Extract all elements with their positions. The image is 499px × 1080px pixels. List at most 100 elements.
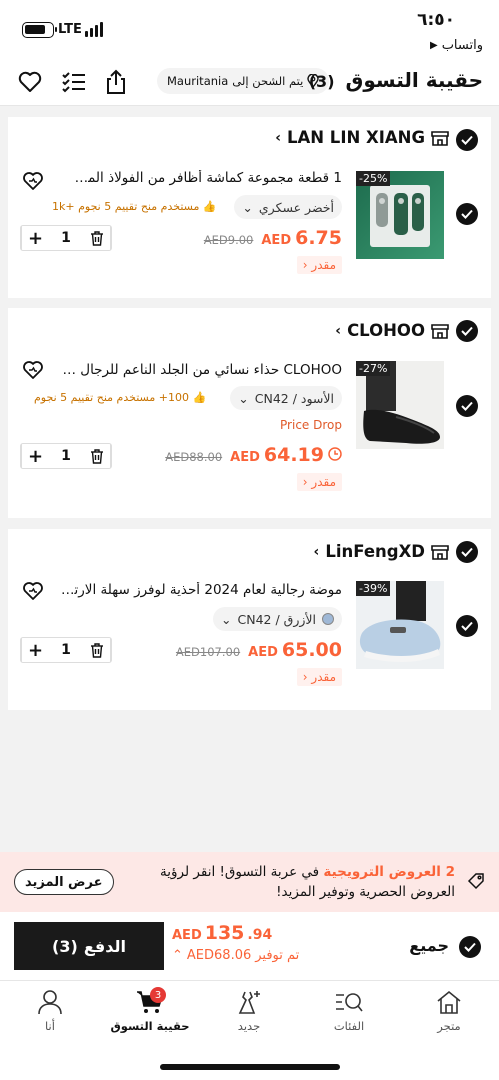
cart-badge: 3 xyxy=(150,987,166,1003)
saving-value: AED68.06 xyxy=(186,948,252,963)
price-block: AED9.00 AED 6.75 xyxy=(204,227,342,249)
store-name: CLOHOO xyxy=(347,321,425,340)
tab-me[interactable]: أنا xyxy=(10,989,90,1041)
select-all-checkbox[interactable] xyxy=(459,936,481,958)
signal-icon xyxy=(85,22,103,37)
chevron-left-icon: ‹ xyxy=(302,475,308,489)
chevron-left-icon: ‹ xyxy=(275,129,281,146)
sale-price: 6.75 xyxy=(295,227,342,249)
cart-count: (3) xyxy=(308,72,335,91)
tab-shop[interactable]: متجر xyxy=(409,989,489,1041)
store-icon xyxy=(431,323,449,339)
discount-badge: -27% xyxy=(356,361,391,376)
estimate-tag[interactable]: مقدر ‹ xyxy=(296,473,342,491)
product-image[interactable]: -39% xyxy=(356,581,444,669)
store-card: ‹ CLOHOO -27% CLOHOO حذاء نسائي من الجلد… xyxy=(8,308,491,518)
tab-categories[interactable]: الفئات xyxy=(309,989,389,1041)
move-to-wishlist-icon[interactable] xyxy=(22,581,44,601)
trash-icon[interactable] xyxy=(83,444,111,468)
product-image[interactable]: -27% xyxy=(356,361,444,449)
store-select-checkbox[interactable] xyxy=(456,541,478,563)
tab-label: حقيبة التسوق xyxy=(110,1019,190,1033)
rating-note: 👍 100+ مستخدم منح تقييم 5 نجوم xyxy=(34,391,206,404)
saving-label: تم توفير xyxy=(255,948,300,963)
store-select-checkbox[interactable] xyxy=(456,129,478,151)
quantity-stepper: + 1 xyxy=(20,443,112,469)
store-name: LinFengXD xyxy=(325,542,425,561)
home-indicator xyxy=(160,1064,340,1070)
price-block: AED88.00 AED 64.19 xyxy=(165,444,342,466)
store-card: ‹ LinFengXD -39% موضة رجالية لعام 2024 أ… xyxy=(8,529,491,710)
cart-header: يتم الشحن إلى Mauritania حقيبة التسوق (3… xyxy=(0,62,499,106)
color-swatch xyxy=(322,613,334,625)
variant-selector[interactable]: الأزرق / CN42 ⌄ xyxy=(213,607,342,631)
estimate-label: مقدر xyxy=(311,670,336,684)
quantity-value[interactable]: 1 xyxy=(49,448,83,464)
tab-new[interactable]: جديد xyxy=(209,989,289,1041)
home-icon xyxy=(437,990,461,1014)
quantity-stepper: + 1 xyxy=(20,225,112,251)
store-select-checkbox[interactable] xyxy=(456,320,478,342)
network-type: LTE xyxy=(58,22,82,37)
store-icon xyxy=(431,544,449,560)
estimate-tag[interactable]: مقدر ‹ xyxy=(296,256,342,274)
price-currency: AED xyxy=(261,233,292,248)
chevron-down-icon: ⌄ xyxy=(221,611,232,627)
thumbs-up-icon: 👍 xyxy=(202,200,217,213)
promo-text: 2 العروض الترويجية في عربة التسوق! انقر … xyxy=(115,862,455,902)
product-title[interactable]: 1 قطعة مجموعة كماشة أظافر من الفولاذ الم… xyxy=(74,170,342,186)
item-select-checkbox[interactable] xyxy=(456,615,478,637)
shipping-prefix: يتم الشحن إلى xyxy=(232,74,304,88)
saving-summary[interactable]: تم توفير AED68.06 ⌃ xyxy=(172,948,299,963)
store-header[interactable]: ‹ LAN LIN XIANG xyxy=(275,128,449,147)
discount-badge: -39% xyxy=(356,581,391,596)
estimate-tag[interactable]: مقدر ‹ xyxy=(296,668,342,686)
quantity-stepper: + 1 xyxy=(20,637,112,663)
variant-selector[interactable]: الأسود / CN42 ⌄ xyxy=(230,386,342,410)
checklist-icon[interactable] xyxy=(60,68,88,96)
item-select-checkbox[interactable] xyxy=(456,395,478,417)
checkout-button[interactable]: الدفع (3) xyxy=(14,922,164,970)
checkout-label: الدفع xyxy=(83,936,126,956)
move-to-wishlist-icon[interactable] xyxy=(22,360,44,380)
increase-qty-button[interactable]: + xyxy=(21,226,49,250)
chevron-left-icon: ‹ xyxy=(313,543,320,560)
chevron-left-icon: ‹ xyxy=(302,258,308,272)
view-more-button[interactable]: عرض المزيد xyxy=(14,869,114,895)
select-all-label[interactable]: جميع xyxy=(409,936,449,955)
store-card: ‹ LAN LIN XIANG -25% 1 قطعة مجموعة كماشة… xyxy=(8,117,491,298)
quantity-value[interactable]: 1 xyxy=(49,642,83,658)
wishlist-heart-icon[interactable] xyxy=(16,68,44,96)
store-header[interactable]: ‹ CLOHOO xyxy=(335,321,449,340)
increase-qty-button[interactable]: + xyxy=(21,444,49,468)
chevron-up-icon: ⌃ xyxy=(172,948,183,963)
status-bar: LTE ٦:٥٠ واتساب ▶ xyxy=(0,0,499,62)
promo-banner[interactable]: 2 العروض الترويجية في عربة التسوق! انقر … xyxy=(0,852,499,912)
product-title[interactable]: موضة رجالية لعام 2024 أحذية لوفرز سهلة ا… xyxy=(56,582,342,598)
price-drop-label: Price Drop xyxy=(280,418,342,432)
item-select-checkbox[interactable] xyxy=(456,203,478,225)
price-block: AED107.00 AED 65.00 xyxy=(176,639,342,661)
battery-icon xyxy=(22,22,57,38)
variant-selector[interactable]: أخضر عسكري ⌄ xyxy=(234,195,342,219)
store-header[interactable]: ‹ LinFengXD xyxy=(314,542,449,561)
back-to-app-link[interactable]: واتساب ▶ xyxy=(430,38,483,53)
chevron-left-icon: ‹ xyxy=(302,670,308,684)
increase-qty-button[interactable]: + xyxy=(21,638,49,662)
price-currency: AED xyxy=(248,645,278,660)
price-currency: AED xyxy=(230,450,260,465)
trash-icon[interactable] xyxy=(83,226,111,250)
quantity-value[interactable]: 1 xyxy=(49,230,83,246)
tab-label: أنا xyxy=(45,1019,55,1033)
dress-sparkle-icon xyxy=(238,991,260,1014)
product-image[interactable]: -25% xyxy=(356,171,444,259)
trash-icon[interactable] xyxy=(83,638,111,662)
variant-label: أخضر عسكري xyxy=(258,199,334,215)
tab-cart[interactable]: 3 حقيبة التسوق xyxy=(110,987,190,1041)
share-icon[interactable] xyxy=(102,68,130,96)
move-to-wishlist-icon[interactable] xyxy=(22,171,44,191)
variant-label: الأسود / CN42 xyxy=(254,390,334,406)
product-title[interactable]: CLOHOO حذاء نسائي من الجلد الناعم للرجال… xyxy=(56,362,342,378)
back-to-app-label: واتساب xyxy=(441,38,483,53)
shipping-destination-pill[interactable]: يتم الشحن إلى Mauritania xyxy=(157,68,330,94)
